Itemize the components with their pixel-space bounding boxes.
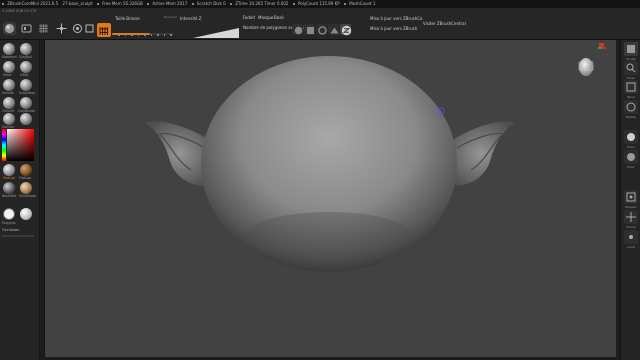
rgb-icon[interactable] [316,24,327,35]
tray-label: Perspec [625,205,637,209]
update-zbrush-link[interactable]: Mise à jour vers ZBrush [370,26,417,31]
zbrushcentral-link[interactable]: Visiter ZBrushCentral [423,21,466,26]
material-matcap[interactable] [3,164,15,176]
status-polycount: PolyCount 115.69 KP [297,1,340,6]
tray-label: Local [627,245,635,249]
status-activemem: Active Mem 2017 [152,1,188,6]
status-bar: ZBrushCoreMini 2021.6.5 27-base_sculpt F… [0,0,640,8]
material-flatcap[interactable] [20,164,32,176]
move-view-icon[interactable] [624,210,638,224]
brush-smooth[interactable] [3,79,15,91]
status-meshcount: MeshCount 1 [349,1,376,6]
brush-label: Standard [2,55,17,59]
edit-draw-icon[interactable] [20,22,33,35]
occlusion-label: Occlusion [2,228,20,232]
brush-claybuilde[interactable] [20,97,32,109]
brush-label: SnakeHoo [19,91,35,95]
material-basic[interactable] [3,182,15,194]
brush-chisel[interactable] [3,97,15,109]
dot-icon [96,3,99,5]
status-ztime: ZTime 10.265 Timer 0.002 [235,1,289,6]
zbrush-window: ZBrushCoreMini 2021.6.5 27-base_sculpt F… [0,0,640,360]
status-freemem: Free Mem 56.326GB [102,1,143,6]
intensity-label: Intensité Z [180,16,202,21]
color-picker[interactable] [2,129,34,161]
sphere-icon[interactable] [3,22,16,35]
dot-icon [191,3,194,5]
tool-name: 3 A3D5 SUB 03 270 [2,9,37,13]
local-icon[interactable] [624,230,638,244]
zadd-icon[interactable] [292,24,303,35]
brush-standard[interactable] [3,43,15,55]
brush-label: ClayBuil [19,55,32,59]
secondary-color-swatch[interactable] [20,208,32,220]
brush-chisels[interactable] [20,113,32,125]
brush-move[interactable] [3,61,15,73]
brush-label: Smooth [2,91,15,95]
zsub-icon[interactable] [304,24,315,35]
chin-shadow [245,212,413,260]
tray-label: Rotate [626,115,636,119]
rotate-view-icon[interactable] [624,100,638,114]
status-scratch: Scratch Disk 0 [196,1,226,6]
axis-gizmo-icon[interactable] [578,43,607,76]
status-file: 27-base_sculpt [62,1,93,6]
app-dot-icon [2,3,4,5]
brush-snakehook[interactable] [20,79,32,91]
tray-label: Floor [627,165,635,169]
material-label: SkinShade [19,194,36,198]
tray-label: Frame [626,225,636,229]
viewport-canvas[interactable] [44,40,616,357]
mrgb-icon[interactable] [328,24,339,35]
dot-icon [147,3,150,5]
brush-label: Move [3,73,12,77]
status-app: ZBrushCoreMini 2021.6.5 [7,1,59,6]
material-skinshade[interactable] [20,182,32,194]
material-label: Polygrps [2,221,16,225]
left-tray: Standard ClayBuil Move Inflat Smooth Sna… [0,40,40,360]
tray-label: Trans [627,145,635,149]
scale-icon[interactable] [83,22,96,35]
dot-icon [292,3,295,5]
material-label: MatCap [3,176,16,180]
dot-icon [229,3,232,5]
grid-icon[interactable] [37,22,50,35]
zbrush-logo-icon[interactable] [340,24,352,36]
brush-icon[interactable] [97,23,111,37]
main-color-swatch[interactable] [3,208,15,220]
update-zbrushcore-link[interactable]: Mise à jour vers ZBrushCo [370,16,422,21]
tray-label: Move [626,95,636,99]
brush-inflate[interactable] [20,61,32,73]
sculpt-viewport[interactable] [45,40,616,357]
intensity-slider[interactable] [193,28,239,38]
material-label: FlatCap [19,176,32,180]
mask-label: Masque [258,15,274,20]
right-ear [447,121,515,186]
fade-label: Fadeit [243,15,256,20]
floor-icon[interactable] [624,150,638,164]
move-icon[interactable] [55,22,68,35]
brush-label: Inflat [20,73,29,77]
scroll-icon[interactable] [624,42,638,56]
dynamic-label: Dynamic [164,15,178,19]
frame-icon[interactable] [624,190,638,204]
material-label: BasicMat [2,194,17,198]
brush-claybuildup[interactable] [20,43,32,55]
dot-icon [343,3,346,5]
occlusion-slider[interactable] [2,235,34,237]
brush-size-label: Taille Brosse [115,16,140,21]
mask-value[interactable]: Basé [274,15,284,20]
zoom-icon[interactable] [624,61,638,75]
actual-icon[interactable] [624,80,638,94]
brush-damian[interactable] [3,113,15,125]
top-toolbar: 3 A3D5 SUB 03 270 Taille Brosse Dynamic … [0,8,640,40]
right-tray: Sculpt Zoom Move Rotate Trans Floor Pers… [620,40,640,360]
persp-icon[interactable] [624,130,638,144]
size-ticks [118,34,177,36]
